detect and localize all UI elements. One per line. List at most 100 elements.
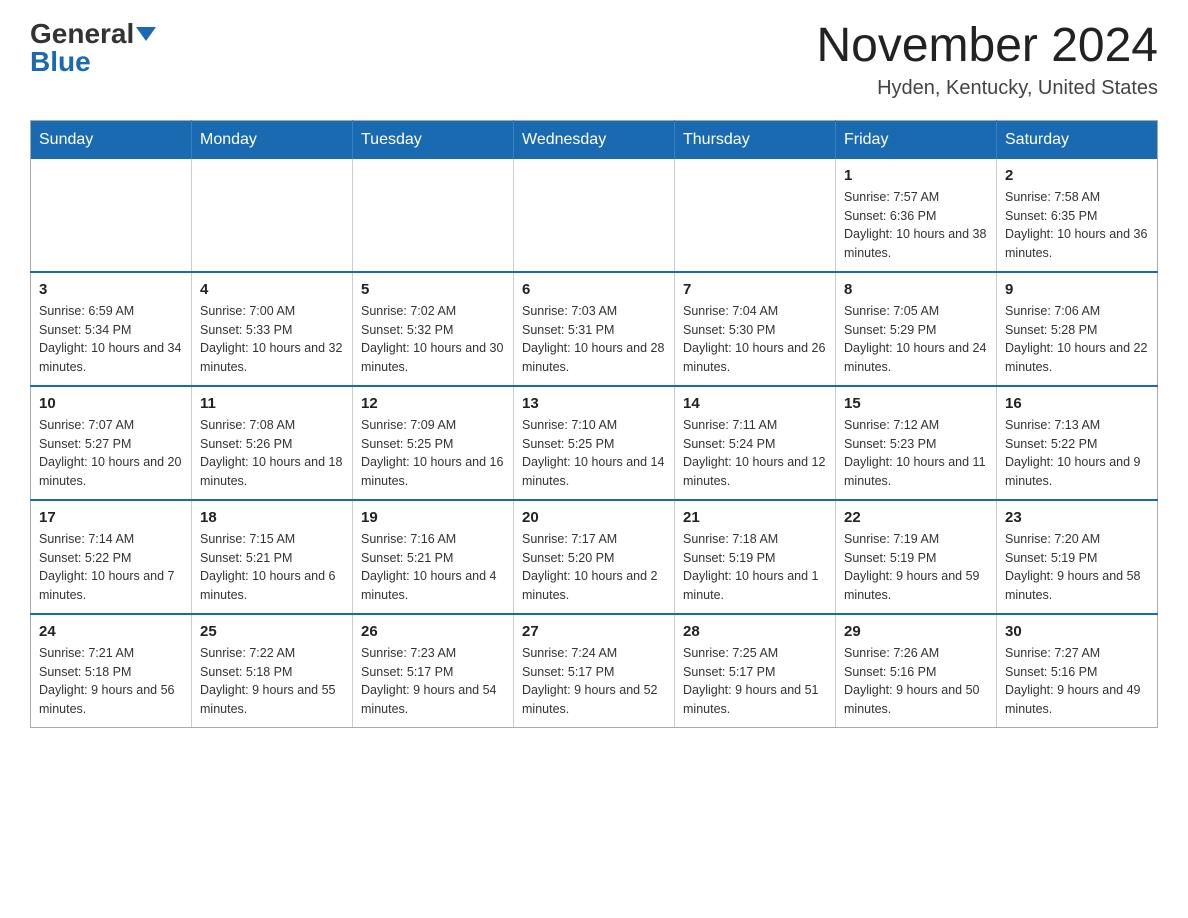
day-number: 4 (200, 281, 344, 298)
day-number: 11 (200, 395, 344, 412)
calendar-cell: 18 Sunrise: 7:15 AM Sunset: 5:21 PM Dayli… (192, 500, 353, 614)
calendar-cell: 25Sunrise: 7:22 AM Sunset: 5:18 PM Dayli… (192, 614, 353, 728)
calendar-week-0: 1 Sunrise: 7:57 AM Sunset: 6:36 PM Daylig… (31, 159, 1158, 272)
calendar-cell: 16Sunrise: 7:13 AM Sunset: 5:22 PM Dayli… (997, 386, 1158, 500)
day-number: 20 (522, 509, 666, 526)
day-number: 9 (1005, 281, 1149, 298)
day-number: 23 (1005, 509, 1149, 526)
calendar-cell: 8 Sunrise: 7:05 AM Sunset: 5:29 PM Daylig… (836, 272, 997, 386)
day-number: 18 (200, 509, 344, 526)
calendar-cell: 10 Sunrise: 7:07 AM Sunset: 5:27 PM Dayli… (31, 386, 192, 500)
day-info: Sunrise: 7:18 AM Sunset: 5:19 PM Dayligh… (683, 530, 827, 605)
day-info: Sunrise: 7:11 AM Sunset: 5:24 PM Dayligh… (683, 416, 827, 491)
day-number: 12 (361, 395, 505, 412)
calendar-cell: 22 Sunrise: 7:19 AM Sunset: 5:19 PM Dayli… (836, 500, 997, 614)
day-header-saturday: Saturday (997, 120, 1158, 159)
month-title: November 2024 (816, 20, 1158, 73)
calendar-week-4: 24 Sunrise: 7:21 AM Sunset: 5:18 PM Dayli… (31, 614, 1158, 728)
logo-general-text: General (30, 20, 134, 48)
logo: General Blue (30, 20, 156, 76)
day-number: 16 (1005, 395, 1149, 412)
title-area: November 2024 Hyden, Kentucky, United St… (816, 20, 1158, 100)
calendar-cell: 26 Sunrise: 7:23 AM Sunset: 5:17 PM Dayli… (353, 614, 514, 728)
logo-triangle-icon (136, 27, 156, 41)
day-number: 26 (361, 623, 505, 640)
day-number: 22 (844, 509, 988, 526)
day-info: Sunrise: 7:15 AM Sunset: 5:21 PM Dayligh… (200, 530, 344, 605)
day-number: 14 (683, 395, 827, 412)
calendar-cell: 30 Sunrise: 7:27 AM Sunset: 5:16 PM Dayli… (997, 614, 1158, 728)
day-header-tuesday: Tuesday (353, 120, 514, 159)
day-number: 2 (1005, 167, 1149, 184)
day-number: 10 (39, 395, 183, 412)
day-info: Sunrise: 7:04 AM Sunset: 5:30 PM Dayligh… (683, 302, 827, 377)
day-info: Sunrise: 7:19 AM Sunset: 5:19 PM Dayligh… (844, 530, 988, 605)
day-number: 13 (522, 395, 666, 412)
day-info: Sunrise: 7:12 AM Sunset: 5:23 PM Dayligh… (844, 416, 988, 491)
day-number: 6 (522, 281, 666, 298)
day-number: 30 (1005, 623, 1149, 640)
calendar-cell: 9 Sunrise: 7:06 AM Sunset: 5:28 PM Daylig… (997, 272, 1158, 386)
calendar-cell: 13 Sunrise: 7:10 AM Sunset: 5:25 PM Dayli… (514, 386, 675, 500)
day-info: Sunrise: 7:06 AM Sunset: 5:28 PM Dayligh… (1005, 302, 1149, 377)
calendar-cell: 5Sunrise: 7:02 AM Sunset: 5:32 PM Daylig… (353, 272, 514, 386)
day-number: 3 (39, 281, 183, 298)
calendar-header: SundayMondayTuesdayWednesdayThursdayFrid… (31, 120, 1158, 159)
calendar-cell: 4 Sunrise: 7:00 AM Sunset: 5:33 PM Daylig… (192, 272, 353, 386)
day-header-thursday: Thursday (675, 120, 836, 159)
calendar-week-1: 3 Sunrise: 6:59 AM Sunset: 5:34 PM Daylig… (31, 272, 1158, 386)
day-info: Sunrise: 7:27 AM Sunset: 5:16 PM Dayligh… (1005, 644, 1149, 719)
day-info: Sunrise: 7:10 AM Sunset: 5:25 PM Dayligh… (522, 416, 666, 491)
day-info: Sunrise: 7:14 AM Sunset: 5:22 PM Dayligh… (39, 530, 183, 605)
day-info: Sunrise: 7:00 AM Sunset: 5:33 PM Dayligh… (200, 302, 344, 377)
day-info: Sunrise: 7:16 AM Sunset: 5:21 PM Dayligh… (361, 530, 505, 605)
day-number: 29 (844, 623, 988, 640)
calendar-cell (192, 159, 353, 272)
day-number: 17 (39, 509, 183, 526)
calendar-cell: 21 Sunrise: 7:18 AM Sunset: 5:19 PM Dayli… (675, 500, 836, 614)
calendar-cell: 14 Sunrise: 7:11 AM Sunset: 5:24 PM Dayli… (675, 386, 836, 500)
calendar-cell: 7 Sunrise: 7:04 AM Sunset: 5:30 PM Daylig… (675, 272, 836, 386)
day-number: 5 (361, 281, 505, 298)
day-number: 25 (200, 623, 344, 640)
day-info: Sunrise: 7:20 AM Sunset: 5:19 PM Dayligh… (1005, 530, 1149, 605)
calendar-cell: 17 Sunrise: 7:14 AM Sunset: 5:22 PM Dayli… (31, 500, 192, 614)
day-info: Sunrise: 7:24 AM Sunset: 5:17 PM Dayligh… (522, 644, 666, 719)
calendar-cell (514, 159, 675, 272)
day-info: Sunrise: 7:21 AM Sunset: 5:18 PM Dayligh… (39, 644, 183, 719)
day-number: 28 (683, 623, 827, 640)
day-info: Sunrise: 7:08 AM Sunset: 5:26 PM Dayligh… (200, 416, 344, 491)
calendar-cell (675, 159, 836, 272)
page-header: General Blue November 2024 Hyden, Kentuc… (30, 20, 1158, 100)
calendar-table: SundayMondayTuesdayWednesdayThursdayFrid… (30, 120, 1158, 728)
day-info: Sunrise: 7:05 AM Sunset: 5:29 PM Dayligh… (844, 302, 988, 377)
calendar-cell: 1 Sunrise: 7:57 AM Sunset: 6:36 PM Daylig… (836, 159, 997, 272)
calendar-cell: 19 Sunrise: 7:16 AM Sunset: 5:21 PM Dayli… (353, 500, 514, 614)
day-info: Sunrise: 7:03 AM Sunset: 5:31 PM Dayligh… (522, 302, 666, 377)
day-number: 7 (683, 281, 827, 298)
day-number: 27 (522, 623, 666, 640)
day-header-monday: Monday (192, 120, 353, 159)
day-info: Sunrise: 7:25 AM Sunset: 5:17 PM Dayligh… (683, 644, 827, 719)
day-number: 8 (844, 281, 988, 298)
day-info: Sunrise: 7:07 AM Sunset: 5:27 PM Dayligh… (39, 416, 183, 491)
day-header-friday: Friday (836, 120, 997, 159)
day-info: Sunrise: 6:59 AM Sunset: 5:34 PM Dayligh… (39, 302, 183, 377)
calendar-cell: 2Sunrise: 7:58 AM Sunset: 6:35 PM Daylig… (997, 159, 1158, 272)
calendar-body: 1 Sunrise: 7:57 AM Sunset: 6:36 PM Daylig… (31, 159, 1158, 728)
day-info: Sunrise: 7:57 AM Sunset: 6:36 PM Dayligh… (844, 188, 988, 263)
calendar-cell (31, 159, 192, 272)
day-header-row: SundayMondayTuesdayWednesdayThursdayFrid… (31, 120, 1158, 159)
day-number: 19 (361, 509, 505, 526)
calendar-cell: 3 Sunrise: 6:59 AM Sunset: 5:34 PM Daylig… (31, 272, 192, 386)
calendar-cell: 11 Sunrise: 7:08 AM Sunset: 5:26 PM Dayli… (192, 386, 353, 500)
day-number: 1 (844, 167, 988, 184)
day-header-sunday: Sunday (31, 120, 192, 159)
day-header-wednesday: Wednesday (514, 120, 675, 159)
calendar-cell: 23 Sunrise: 7:20 AM Sunset: 5:19 PM Dayli… (997, 500, 1158, 614)
day-number: 24 (39, 623, 183, 640)
day-number: 21 (683, 509, 827, 526)
day-info: Sunrise: 7:23 AM Sunset: 5:17 PM Dayligh… (361, 644, 505, 719)
calendar-cell: 6 Sunrise: 7:03 AM Sunset: 5:31 PM Daylig… (514, 272, 675, 386)
calendar-cell: 12Sunrise: 7:09 AM Sunset: 5:25 PM Dayli… (353, 386, 514, 500)
